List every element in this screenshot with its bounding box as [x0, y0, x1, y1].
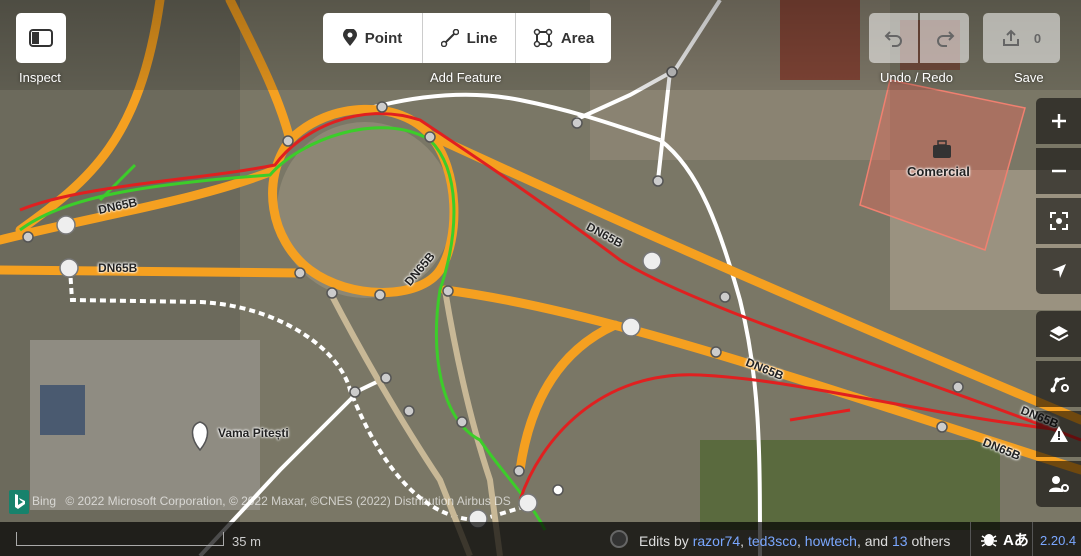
scale-bar[interactable] — [16, 532, 224, 546]
scale-label: 35 m — [232, 534, 261, 549]
add-feature-group: Point Line Area — [323, 13, 611, 63]
focus-icon — [1049, 212, 1068, 230]
poi-label-vama: Vama Pitești — [218, 426, 289, 440]
others-text: others — [911, 533, 951, 549]
minus-icon — [1051, 169, 1066, 173]
save-label: Save — [1014, 70, 1044, 85]
attribution-brand: Bing — [32, 494, 57, 508]
save-button[interactable]: 0 — [983, 13, 1060, 63]
crossing-icon[interactable] — [518, 493, 538, 513]
edits-prefix: Edits by — [639, 533, 689, 549]
vertex[interactable] — [952, 381, 964, 393]
vertex[interactable] — [719, 291, 731, 303]
add-line-button[interactable]: Line — [423, 13, 516, 63]
edits-attribution: Edits by razor74, ted3sco, howtech, and … — [639, 533, 951, 549]
zoom-to-selection-button[interactable] — [1036, 198, 1081, 244]
footer-divider — [970, 522, 971, 556]
attribution-text: © 2022 Microsoft Corporation, © 2022 Max… — [65, 494, 511, 508]
issues-button[interactable] — [1036, 411, 1081, 457]
crossing-icon[interactable] — [56, 215, 76, 235]
inspect-button[interactable] — [16, 13, 66, 63]
editor-link[interactable]: howtech — [805, 533, 857, 549]
background-layers-button[interactable] — [1036, 311, 1081, 357]
bug-icon[interactable] — [980, 530, 998, 548]
add-feature-label: Add Feature — [430, 70, 502, 85]
add-area-button[interactable]: Area — [516, 13, 611, 63]
user-settings-icon — [1048, 476, 1069, 492]
vertex[interactable] — [936, 421, 948, 433]
vertex[interactable] — [424, 131, 436, 143]
vertex[interactable] — [326, 287, 338, 299]
vertex[interactable] — [571, 117, 583, 129]
vertex[interactable] — [652, 175, 664, 187]
map-data-icon — [1050, 377, 1069, 393]
editor-link[interactable]: ted3sco — [748, 533, 797, 549]
language-icon[interactable]: Aあ — [1003, 529, 1029, 550]
warning-icon — [1049, 426, 1068, 442]
add-area-label: Area — [560, 29, 595, 47]
undo-button[interactable] — [869, 13, 918, 63]
map-data-button[interactable] — [1036, 361, 1081, 407]
map-building-blue — [40, 385, 85, 435]
vertex[interactable] — [374, 289, 386, 301]
save-count: 0 — [1033, 30, 1042, 46]
undo-redo-label: Undo / Redo — [880, 70, 953, 85]
others-count-link[interactable]: 13 — [892, 533, 908, 549]
top-toolbar: Inspect Point Line Area Add Feature Undo… — [0, 0, 1081, 90]
vertex[interactable] — [403, 405, 415, 417]
vertex[interactable] — [22, 231, 34, 243]
crossing-icon[interactable] — [642, 251, 662, 271]
vertex[interactable] — [380, 372, 392, 384]
vertex[interactable] — [456, 416, 468, 428]
vertex[interactable] — [513, 465, 525, 477]
imagery-attribution[interactable]: Bing © 2022 Microsoft Corporation, © 202… — [32, 494, 511, 508]
vertex[interactable] — [710, 346, 722, 358]
add-line-label: Line — [466, 29, 498, 47]
poi-label-comercial: Comercial — [907, 164, 970, 179]
history-pie-icon — [610, 530, 628, 548]
footer-divider — [1032, 522, 1033, 556]
area-icon — [533, 28, 553, 48]
undo-icon — [884, 31, 902, 47]
crossing-icon[interactable] — [59, 258, 79, 278]
layers-icon — [1049, 326, 1068, 342]
preferences-button[interactable] — [1036, 461, 1081, 507]
vertex[interactable] — [282, 135, 294, 147]
redo-icon — [936, 31, 954, 47]
line-icon — [440, 29, 459, 47]
crossing-icon[interactable] — [621, 317, 641, 337]
map-area-green — [700, 440, 1000, 530]
vertex[interactable] — [442, 285, 454, 297]
road-west-main[interactable] — [0, 265, 305, 278]
inspect-label: Inspect — [19, 70, 61, 85]
upload-icon — [1002, 29, 1019, 46]
sidebar-toggle-icon — [29, 29, 53, 47]
vertex[interactable] — [376, 101, 388, 113]
vertex[interactable] — [294, 267, 306, 279]
add-point-label: Point — [364, 29, 403, 47]
road-label: DN65B — [98, 261, 138, 275]
vertex[interactable] — [349, 386, 361, 398]
geolocate-button[interactable] — [1036, 248, 1081, 294]
vertex[interactable] — [552, 484, 564, 496]
zoom-out-button[interactable] — [1036, 148, 1081, 194]
bing-logo — [9, 490, 29, 514]
and-text: , and — [856, 533, 889, 549]
editor-link[interactable]: razor74 — [693, 533, 740, 549]
zoom-in-button[interactable] — [1036, 98, 1081, 144]
footer-bar: 35 m Edits by razor74, ted3sco, howtech,… — [0, 522, 1081, 556]
add-point-button[interactable]: Point — [323, 13, 423, 63]
pin-icon — [342, 29, 357, 46]
plus-icon — [1051, 114, 1066, 128]
version-link[interactable]: 2.20.4 — [1040, 533, 1076, 548]
location-arrow-icon — [1051, 264, 1066, 278]
redo-button[interactable] — [920, 13, 969, 63]
